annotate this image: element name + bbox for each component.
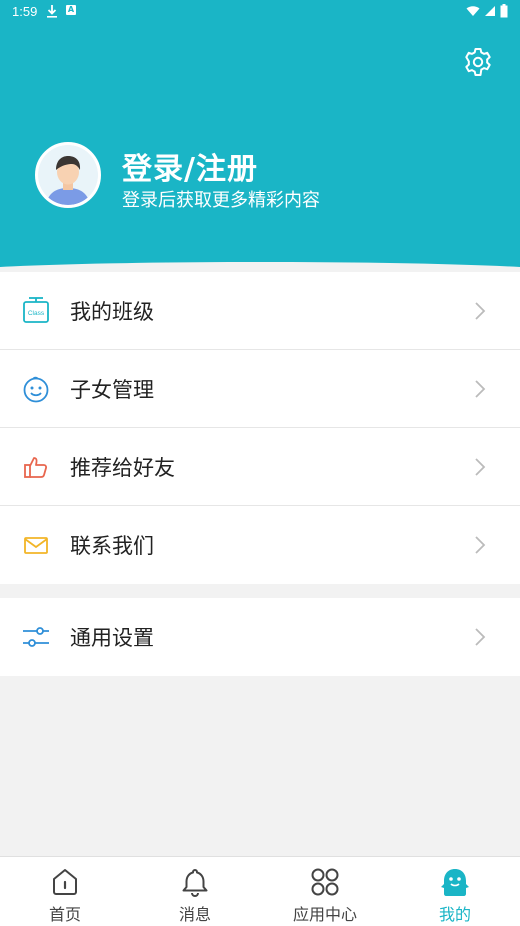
chevron-right-icon (475, 536, 486, 554)
chevron-right-icon (475, 628, 486, 646)
chevron-right-icon (475, 301, 486, 320)
status-icons (466, 4, 508, 18)
child-face-icon (22, 375, 50, 403)
nav-home[interactable]: 首页 (0, 857, 130, 926)
menu-item-children[interactable]: 子女管理 (0, 350, 520, 428)
menu-label-recommend: 推荐给好友 (70, 455, 175, 480)
nav-messages[interactable]: 消息 (130, 857, 260, 926)
battery-icon (500, 4, 508, 18)
status-time: 1:59 (12, 4, 38, 19)
home-icon (53, 869, 77, 895)
menu-label-general-settings: 通用设置 (70, 626, 154, 650)
bell-icon (182, 869, 208, 897)
menu-group-main: Class 我的班级 子女管理 推荐给好友 联系我们 (0, 272, 520, 584)
avatar[interactable] (35, 142, 101, 208)
svg-text:Class: Class (28, 310, 45, 317)
nav-app-center[interactable]: 应用中心 (260, 857, 390, 926)
menu-label-my-class: 我的班级 (70, 299, 154, 324)
menu-item-contact[interactable]: 联系我们 (0, 506, 520, 584)
class-icon: Class (22, 296, 50, 325)
a-badge-icon: A (66, 5, 76, 15)
signal-icon (485, 6, 495, 16)
sliders-icon (22, 623, 50, 651)
login-subtitle: 登录后获取更多精彩内容 (122, 190, 320, 211)
mail-icon (22, 531, 50, 559)
apps-grid-icon (311, 868, 339, 896)
menu-item-general-settings[interactable]: 通用设置 (0, 598, 520, 676)
menu-item-my-class[interactable]: Class 我的班级 (0, 272, 520, 350)
profile-mascot-icon (441, 869, 469, 896)
chevron-right-icon (475, 379, 486, 398)
nav-label-mine: 我的 (438, 905, 471, 924)
menu-label-contact: 联系我们 (70, 534, 154, 558)
menu-item-recommend[interactable]: 推荐给好友 (0, 428, 520, 506)
menu-group-settings: 通用设置 (0, 598, 520, 676)
nav-label-app-center: 应用中心 (292, 905, 357, 924)
download-icon (47, 5, 57, 18)
wifi-icon (466, 6, 480, 16)
settings-gear-icon[interactable] (462, 46, 494, 78)
bottom-nav: 首页 消息 应用中心 我的 (0, 856, 520, 926)
chevron-right-icon (475, 457, 486, 476)
user-avatar-icon (38, 145, 98, 205)
nav-mine[interactable]: 我的 (390, 857, 520, 926)
thumbs-up-icon (22, 453, 50, 481)
nav-label-home: 首页 (48, 905, 81, 924)
status-bar: 1:59 A (0, 0, 520, 24)
login-register-title[interactable]: 登录/注册 (122, 144, 258, 188)
profile-header: 1:59 A 登录/注册 登录后获取更多精彩内容 (0, 0, 520, 272)
menu-label-children: 子女管理 (70, 377, 154, 402)
nav-label-messages: 消息 (178, 905, 211, 924)
